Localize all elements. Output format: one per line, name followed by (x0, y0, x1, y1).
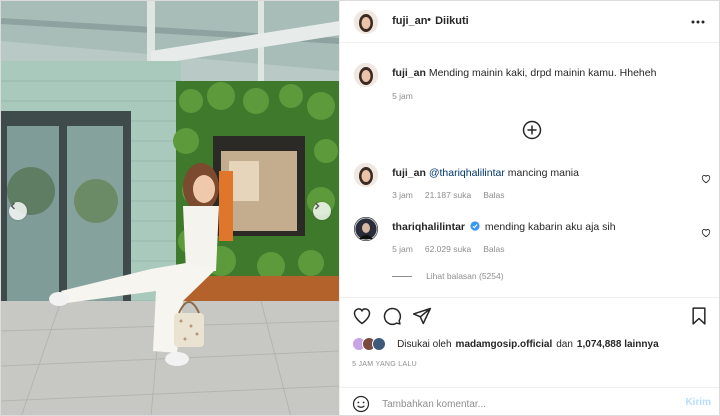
comment-like-button[interactable] (701, 225, 711, 238)
separator-dot: • (427, 14, 431, 26)
chevron-left-icon (10, 202, 15, 210)
caption-text: fuji_an Mending mainin kaki, drpd mainin… (392, 67, 656, 79)
comment-avatar[interactable] (354, 217, 379, 241)
comment-input[interactable] (382, 396, 653, 412)
save-button[interactable] (689, 306, 709, 326)
post-header: fuji_an • Diikuti (340, 1, 719, 43)
caption-time[interactable]: 5 jam (392, 91, 413, 101)
caption-username[interactable]: fuji_an (392, 67, 426, 79)
photo-illustration (1, 1, 340, 415)
comment-composer: Kirim (340, 387, 719, 415)
comment-reply-button[interactable]: Balas (483, 190, 504, 200)
comment-like-button[interactable] (701, 171, 711, 184)
comment-meta: 5 jam 62.029 suka Balas (392, 244, 504, 254)
avatar-image (354, 217, 379, 241)
avatar-image (354, 163, 379, 187)
comment-text: fuji_an @thariqhalilintar mancing mania (392, 167, 579, 179)
share-button[interactable] (412, 306, 432, 326)
heart-icon (353, 308, 371, 325)
view-replies-button[interactable]: Lihat balasan (5254) (392, 271, 504, 281)
carousel-next-button[interactable] (313, 202, 331, 220)
post-details-panel: fuji_an • Diikuti fuji_an Mending mainin (339, 1, 719, 415)
heart-icon (701, 229, 711, 238)
plus-circle-icon (522, 120, 542, 140)
likes-count-link[interactable]: 1,074,888 lainnya (577, 339, 659, 350)
caption-body: Mending mainin kaki, drpd mainin kamu. H… (428, 67, 657, 79)
comment-likes[interactable]: 62.029 suka (425, 244, 471, 254)
emoji-icon (352, 395, 370, 413)
post-dialog: fuji_an • Diikuti fuji_an Mending mainin (0, 0, 720, 416)
likes-middle: dan (556, 338, 573, 350)
author-username-link[interactable]: fuji_an (392, 15, 427, 27)
share-icon (412, 307, 432, 325)
comment-username[interactable]: fuji_an (392, 167, 426, 179)
comment-body: mancing mania (507, 167, 579, 179)
more-icon (691, 20, 705, 24)
post-timestamp[interactable]: 5 JAM YANG LALU (352, 361, 417, 368)
more-options-button[interactable] (689, 13, 707, 31)
emoji-button[interactable] (352, 395, 370, 413)
comment-reply-button[interactable]: Balas (483, 244, 504, 254)
carousel-prev-button[interactable] (9, 202, 27, 220)
liker-avatar (372, 337, 387, 351)
comment-body: mending kabarin aku aja sih (484, 221, 616, 233)
post-photo[interactable] (1, 1, 340, 415)
like-button[interactable] (352, 306, 372, 326)
follow-status-button[interactable]: Diikuti (435, 15, 469, 27)
author-avatar[interactable] (354, 10, 379, 34)
chevron-right-icon (315, 202, 320, 210)
caption-meta: 5 jam (392, 91, 413, 101)
post-comment-button[interactable]: Kirim (685, 397, 711, 408)
comment-username[interactable]: thariqhalilintar (392, 221, 465, 233)
heart-icon (701, 175, 711, 184)
comment-meta: 3 jam 21.187 suka Balas (392, 190, 504, 200)
likes-summary: Disukai oleh madamgosip.official dan 1,0… (352, 337, 663, 351)
action-bar (340, 297, 719, 333)
comment-mention-link[interactable]: @thariqhalilintar (429, 167, 505, 179)
comment-time[interactable]: 5 jam (392, 244, 413, 254)
liker-avatars (352, 337, 392, 351)
likes-prefix: Disukai oleh (397, 338, 452, 350)
view-replies-label: Lihat balasan (5254) (426, 271, 504, 281)
comment-avatar[interactable] (354, 163, 379, 187)
bookmark-icon (692, 307, 706, 325)
verified-badge-icon (470, 221, 480, 231)
likes-user-link[interactable]: madamgosip.official (456, 339, 553, 350)
comment-text: thariqhalilintar mending kabarin aku aja… (392, 221, 616, 233)
comment-icon (383, 307, 402, 326)
avatar-image (354, 10, 379, 34)
caption-avatar[interactable] (354, 63, 379, 87)
avatar-image (354, 63, 379, 87)
load-more-comments-button[interactable] (522, 120, 542, 140)
comment-time[interactable]: 3 jam (392, 190, 413, 200)
comment-button[interactable] (382, 306, 402, 326)
comment-likes[interactable]: 21.187 suka (425, 190, 471, 200)
replies-divider (392, 275, 413, 277)
